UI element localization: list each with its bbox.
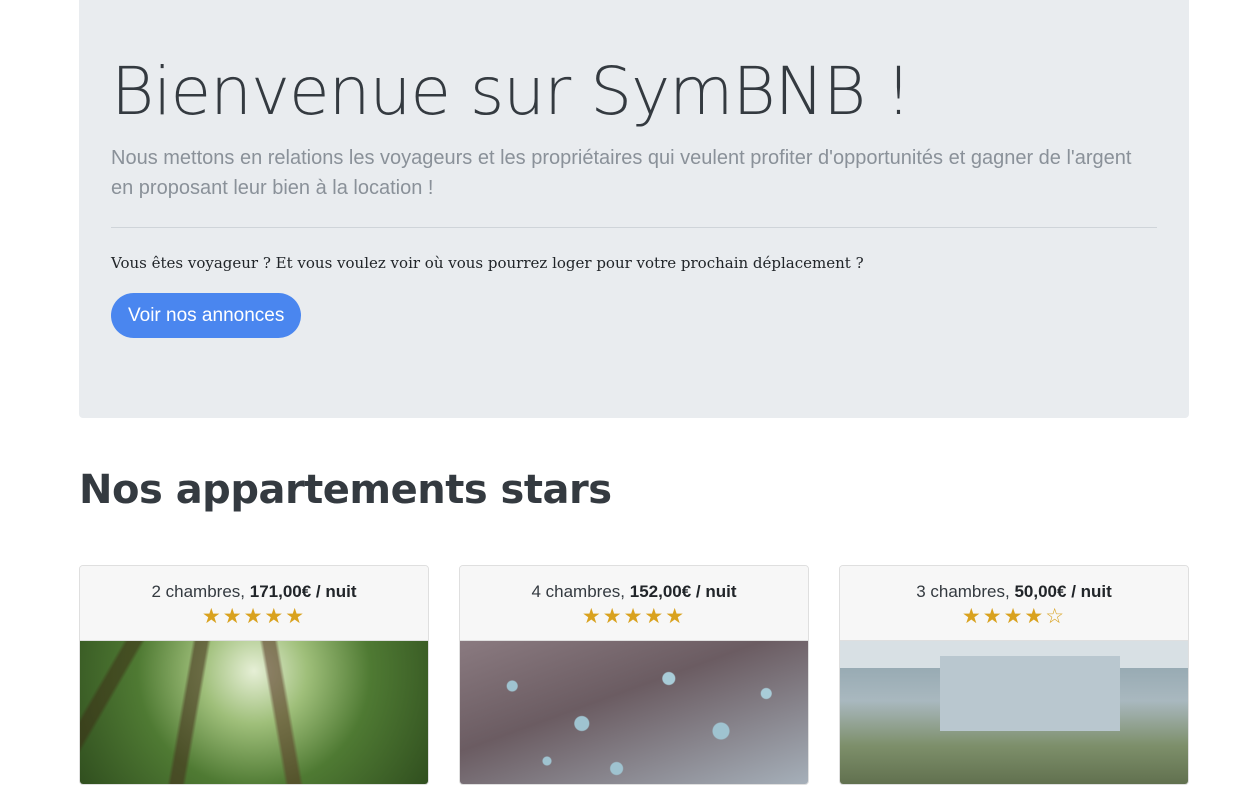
card-rooms: 2 chambres, <box>151 582 246 601</box>
star-filled-icon: ★ <box>982 605 1004 628</box>
hero-jumbotron: Bienvenue sur SymBNB ! Nous mettons en r… <box>79 0 1189 418</box>
ad-card[interactable]: 2 chambres, 171,00€ / nuit ★★★★★ <box>79 565 429 785</box>
star-filled-icon: ★ <box>1003 605 1025 628</box>
rating-stars: ★★★★★ <box>460 605 808 629</box>
hero-title: Bienvenue sur SymBNB ! <box>111 53 912 130</box>
star-filled-icon: ★ <box>285 605 307 628</box>
card-price: 152,00€ / nuit <box>629 582 737 601</box>
star-filled-icon: ★ <box>644 605 666 628</box>
card-image-forest[interactable] <box>80 641 428 784</box>
hero-lead: Nous mettons en relations les voyageurs … <box>111 147 1132 199</box>
view-listings-button[interactable]: Voir nos annonces <box>111 293 302 338</box>
rating-stars: ★★★★★ <box>80 605 428 629</box>
ad-card[interactable]: 4 chambres, 152,00€ / nuit ★★★★★ <box>459 565 809 785</box>
card-price: 171,00€ / nuit <box>249 582 357 601</box>
star-filled-icon: ★ <box>201 605 223 628</box>
card-header: 4 chambres, 152,00€ / nuit ★★★★★ <box>460 566 808 641</box>
rating-stars: ★★★★☆ <box>840 605 1188 629</box>
hero-question: Vous êtes voyageur ? Et vous voulez voir… <box>111 254 864 272</box>
card-rooms: 4 chambres, <box>531 582 626 601</box>
card-image-water-drops[interactable] <box>460 641 808 784</box>
card-image-vintage-van[interactable] <box>840 641 1188 784</box>
card-price: 50,00€ / nuit <box>1014 582 1112 601</box>
card-summary: 4 chambres, 152,00€ / nuit <box>460 581 808 603</box>
card-summary: 3 chambres, 50,00€ / nuit <box>840 581 1188 603</box>
star-filled-icon: ★ <box>1024 605 1046 628</box>
star-filled-icon: ★ <box>264 605 286 628</box>
star-empty-icon: ☆ <box>1045 605 1067 628</box>
star-filled-icon: ★ <box>602 605 624 628</box>
hero-divider <box>111 227 1157 228</box>
card-header: 3 chambres, 50,00€ / nuit ★★★★☆ <box>840 566 1188 641</box>
star-filled-icon: ★ <box>665 605 687 628</box>
star-filled-icon: ★ <box>961 605 983 628</box>
card-rooms: 3 chambres, <box>916 582 1010 601</box>
star-filled-icon: ★ <box>581 605 603 628</box>
card-summary: 2 chambres, 171,00€ / nuit <box>80 581 428 603</box>
star-filled-icon: ★ <box>623 605 645 628</box>
section-title: Nos appartements stars <box>79 467 612 513</box>
ad-card[interactable]: 3 chambres, 50,00€ / nuit ★★★★☆ <box>839 565 1189 785</box>
star-filled-icon: ★ <box>243 605 265 628</box>
star-filled-icon: ★ <box>222 605 244 628</box>
card-header: 2 chambres, 171,00€ / nuit ★★★★★ <box>80 566 428 641</box>
